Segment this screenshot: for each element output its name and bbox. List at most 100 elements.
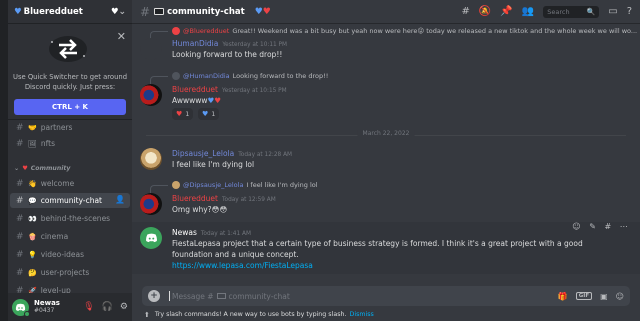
add-reaction-icon[interactable]: ☺ — [572, 222, 580, 231]
message-author[interactable]: Newas — [172, 228, 197, 237]
message-timestamp: Today at 12:28 AM — [238, 152, 293, 158]
message-timestamp: Yesterday at 10:11 PM — [222, 42, 288, 48]
add-attachment-icon[interactable]: + — [148, 290, 160, 302]
white-heart-icon: ♥ — [110, 6, 119, 17]
quick-switcher-arrows-icon — [49, 36, 87, 62]
avatar[interactable] — [140, 84, 162, 106]
channel-welcome[interactable]: # 👋 welcome — [10, 176, 130, 191]
server-header[interactable]: ♥ Blueredduet ♥ ⌄ — [8, 0, 132, 24]
add-member-icon[interactable]: 👤 — [115, 195, 125, 204]
reaction-red-heart[interactable]: ♥ 1 — [172, 108, 194, 120]
quick-switcher-shortcut-button[interactable]: CTRL + K — [14, 99, 126, 115]
channel-partners[interactable]: # 🤝 partners — [10, 120, 130, 135]
search-placeholder: Search — [547, 7, 570, 16]
frame-emoji-icon: 🖼 — [28, 139, 37, 148]
avatar[interactable] — [140, 227, 162, 249]
reply-text: Great!! Weekend was a bit busy but yeah … — [232, 27, 638, 35]
quick-switcher-text: Use Quick Switcher to get around Discord… — [12, 73, 128, 91]
channel-user-projects[interactable]: # 🤔 user-projects — [10, 265, 130, 280]
channel-label: community-chat — [40, 196, 103, 205]
sticker-icon[interactable]: ▣ — [600, 292, 608, 301]
search-input[interactable]: Search 🔍 — [543, 5, 600, 18]
channel-community-chat[interactable]: # 💬 community-chat 👤 — [10, 193, 130, 208]
search-icon: 🔍 — [586, 7, 596, 16]
reply-preview[interactable]: @Blueredduet Great!! Weekend was a bit b… — [150, 27, 638, 39]
pin-icon[interactable]: 📌 — [500, 6, 512, 17]
avatar[interactable] — [140, 38, 162, 60]
threads-icon[interactable]: # — [461, 6, 469, 17]
heart-icon: ♥ — [22, 164, 28, 172]
blue-heart-icon: ♥ — [202, 110, 209, 118]
flushed-emoji-icon: 😳😳 — [211, 205, 228, 214]
blue-heart-icon: ♥ — [14, 6, 22, 17]
message-author[interactable]: Dipsausje_Lelola — [172, 149, 234, 158]
inbox-icon[interactable]: ▭ — [608, 6, 617, 17]
slash-command-icon: ⬆ — [144, 310, 150, 319]
reaction-count: 1 — [185, 110, 190, 118]
message-header: Blueredduet Today at 12:59 AM — [172, 194, 276, 203]
headphones-icon[interactable]: 🎧 — [102, 302, 113, 312]
message-link[interactable]: https://www.lepasa.com/FiestaLepasa — [172, 261, 313, 270]
reply-author-mention: @Dipsausje_Lelola — [183, 181, 244, 189]
help-icon[interactable]: ? — [627, 6, 632, 17]
channel-behind-the-scenes[interactable]: # 👀 behind-the-scenes — [10, 211, 130, 226]
chat-emoji-icon — [154, 8, 165, 15]
user-info[interactable]: Newas #0437 — [34, 299, 76, 315]
channel-label: video-ideas — [40, 250, 85, 259]
close-icon[interactable]: ✕ — [117, 30, 126, 43]
message-input[interactable]: Message # community-chat — [169, 291, 550, 301]
edit-icon[interactable]: ✎ — [589, 222, 596, 231]
more-options-icon[interactable]: ⋯ — [620, 222, 628, 231]
date-divider-label: March 22, 2022 — [357, 130, 415, 137]
message-header: Blueredduet Yesterday at 10:15 PM — [172, 85, 287, 94]
channel-list: # 🤝 partners # 🖼 nfts ⌄ ♥ Community # 👋 … — [8, 120, 132, 293]
reply-avatar — [172, 72, 180, 80]
reaction-blue-heart[interactable]: ♥ 1 — [198, 108, 220, 120]
message-text: Omg why?😳😳 — [172, 204, 612, 215]
message-composer[interactable]: + Message # community-chat 🎁 GIF ▣ ☺ — [142, 286, 630, 306]
reply-preview[interactable]: @Dipsausje_Lelola I feel like I'm dying … — [150, 181, 318, 193]
reply-icon[interactable]: # — [604, 222, 611, 231]
message-text-content: Awwwww — [172, 96, 208, 105]
member-list-icon[interactable]: 👥 — [522, 6, 534, 17]
message-text: FiestaLepasa project that a certain type… — [172, 238, 612, 271]
red-heart-icon: ♥ — [176, 110, 183, 118]
gear-icon[interactable]: ⚙ — [120, 302, 128, 312]
channel-label: nfts — [40, 139, 56, 148]
user-tag: #0437 — [34, 307, 55, 314]
message-text-content: FiestaLepasa project that a certain type… — [172, 239, 583, 259]
username: Newas — [34, 299, 60, 307]
category-community[interactable]: ⌄ ♥ Community — [14, 162, 70, 174]
hash-icon: # — [16, 195, 24, 206]
reply-author-mention: @HumanDidia — [183, 72, 230, 80]
message-author[interactable]: HumanDidia — [172, 39, 218, 48]
channel-video-ideas[interactable]: # 💡 video-ideas — [10, 247, 130, 262]
lightbulb-emoji-icon: 💡 — [28, 250, 37, 259]
hash-icon: # — [140, 4, 151, 19]
chevron-down-icon: ⌄ — [14, 164, 20, 172]
channel-label: welcome — [40, 179, 75, 188]
message-text-content: Omg why? — [172, 205, 212, 214]
avatar[interactable] — [140, 193, 162, 215]
emoji-picker-icon[interactable]: ☺ — [616, 292, 624, 301]
channel-level-up[interactable]: # 🚀 level-up — [10, 283, 130, 294]
tip-text: Try slash commands! A new way to use bot… — [154, 311, 347, 318]
mute-microphone-icon[interactable]: 🎙 — [83, 302, 94, 312]
message-author[interactable]: Blueredduet — [172, 194, 218, 203]
avatar[interactable] — [140, 148, 162, 170]
bulb-emoji-icon: 🤔 — [28, 268, 37, 277]
gift-icon[interactable]: 🎁 — [558, 292, 568, 301]
wave-emoji-icon: 👋 — [28, 179, 37, 188]
dismiss-link[interactable]: Dismiss — [349, 311, 373, 318]
avatar[interactable] — [12, 298, 30, 317]
popcorn-emoji-icon: 🍿 — [28, 232, 37, 241]
chevron-down-icon[interactable]: ⌄ — [118, 7, 126, 17]
channel-nfts[interactable]: # 🖼 nfts — [10, 136, 130, 151]
eyes-emoji-icon: 👀 — [28, 214, 37, 223]
message-author[interactable]: Blueredduet — [172, 85, 218, 94]
notification-bell-muted-icon[interactable]: 🔕 — [479, 6, 491, 17]
discord-logo-icon — [15, 303, 26, 311]
gif-button[interactable]: GIF — [575, 292, 593, 300]
reply-preview[interactable]: @HumanDidia Looking forward to the drop!… — [150, 72, 328, 84]
channel-cinema[interactable]: # 🍿 cinema — [10, 229, 130, 244]
